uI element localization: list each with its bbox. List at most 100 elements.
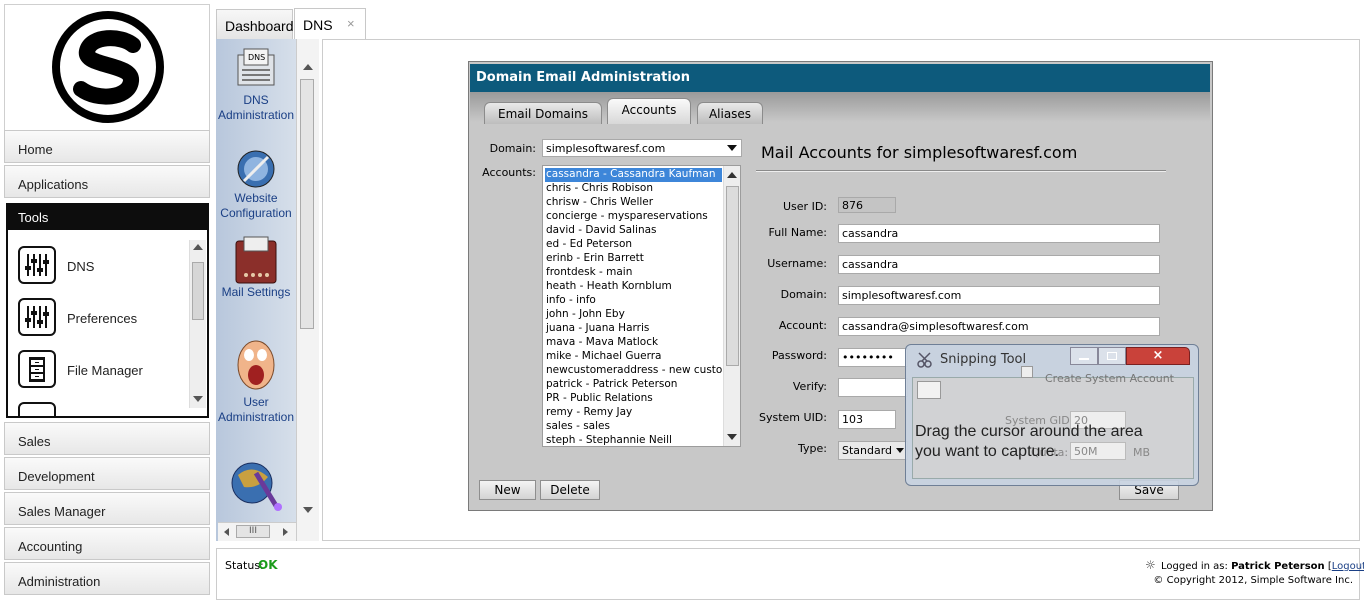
- user-id-label: User ID:: [783, 200, 827, 213]
- tool-preferences[interactable]: Preferences: [18, 298, 188, 342]
- account-list-item[interactable]: mike - Michael Guerra: [546, 350, 661, 362]
- tab-email-domains[interactable]: Email Domains: [484, 102, 602, 124]
- nav-development[interactable]: Development: [4, 457, 210, 490]
- close-icon[interactable]: ×: [347, 16, 355, 31]
- scroll-up-icon[interactable]: [193, 244, 203, 250]
- type-select[interactable]: Standard: [838, 441, 908, 460]
- account-list-item[interactable]: erinb - Erin Barrett: [546, 252, 644, 264]
- tool-partial: [18, 402, 188, 416]
- scroll-thumb[interactable]: [726, 186, 739, 366]
- scroll-down-icon[interactable]: [193, 396, 203, 402]
- account-list-item[interactable]: PR - Public Relations: [546, 392, 653, 404]
- nav-administration[interactable]: Administration: [4, 562, 210, 595]
- scroll-down-icon[interactable]: [303, 507, 313, 513]
- tab-dns-label: DNS: [303, 17, 333, 33]
- accounts-list[interactable]: cassandra - Cassandra Kaufman chris - Chr…: [542, 165, 741, 447]
- nav-sales[interactable]: Sales: [4, 422, 210, 455]
- tab-dns[interactable]: DNS ×: [294, 8, 366, 40]
- rail-hscrollbar[interactable]: III: [218, 522, 296, 541]
- scroll-right-icon[interactable]: [283, 528, 288, 536]
- logout-link[interactable]: Logout: [1332, 561, 1364, 572]
- domain-field[interactable]: simplesoftwaresf.com: [838, 286, 1160, 305]
- account-list-item[interactable]: info - info: [546, 294, 596, 306]
- account-list-item[interactable]: steph - Stephannie Neill: [546, 434, 672, 446]
- account-list-item[interactable]: mava - Mava Matlock: [546, 336, 658, 348]
- scroll-left-icon[interactable]: [224, 528, 229, 536]
- logged-in-label: Logged in as:: [1161, 561, 1228, 572]
- account-list-item[interactable]: remy - Remy Jay: [546, 406, 632, 418]
- system-uid-field[interactable]: 103: [838, 410, 896, 429]
- account-list-item[interactable]: newcustomeraddress - new custon: [546, 364, 729, 376]
- verify-field[interactable]: [838, 378, 908, 397]
- scroll-thumb[interactable]: [300, 79, 314, 329]
- new-button[interactable]: New: [479, 480, 536, 500]
- rail-wizard[interactable]: [216, 453, 296, 515]
- account-list-item[interactable]: heath - Heath Kornblum: [546, 280, 672, 292]
- nav-tools-label: Tools: [18, 210, 49, 225]
- nav-home[interactable]: Home: [4, 130, 210, 163]
- nav-accounting-label: Accounting: [18, 539, 83, 554]
- sliders-icon: [18, 246, 56, 284]
- verify-label: Verify:: [792, 380, 827, 393]
- scroll-up-icon[interactable]: [727, 172, 737, 178]
- account-list-item[interactable]: patrick - Patrick Peterson: [546, 378, 677, 390]
- rail-dns-label: DNS Administration: [217, 93, 295, 122]
- scroll-down-icon[interactable]: [727, 434, 737, 440]
- nav-sales-manager[interactable]: Sales Manager: [4, 492, 210, 525]
- rail-dns-administration[interactable]: DNS DNS Administration: [216, 45, 296, 123]
- gear-icon[interactable]: ☼: [1145, 558, 1156, 572]
- nav-tools[interactable]: Tools: [6, 203, 209, 230]
- password-label: Password:: [771, 349, 827, 362]
- account-list-item[interactable]: sales - sales: [546, 420, 610, 432]
- app-icon-rail: DNS DNS Administration Website Configura…: [216, 39, 296, 541]
- tool-file-manager[interactable]: File Manager: [18, 350, 188, 394]
- password-field[interactable]: ••••••••: [838, 348, 908, 367]
- snip-title: Snipping Tool: [940, 352, 1027, 367]
- accounts-scrollbar[interactable]: [723, 166, 740, 446]
- mailbox-icon: [235, 236, 277, 284]
- username-field[interactable]: cassandra: [838, 255, 1160, 274]
- account-list-item[interactable]: john - John Eby: [546, 308, 625, 320]
- rail-mail-settings[interactable]: Mail Settings: [216, 235, 296, 300]
- domain-label: Domain:: [489, 142, 536, 155]
- account-list-item[interactable]: frontdesk - main: [546, 266, 632, 278]
- delete-button[interactable]: Delete: [540, 480, 600, 500]
- account-list-item[interactable]: concierge - myspareservations: [546, 210, 708, 222]
- snip-maximize-button[interactable]: [1098, 347, 1126, 365]
- full-name-field[interactable]: cassandra: [838, 224, 1160, 243]
- scroll-up-icon[interactable]: [303, 64, 313, 70]
- rail-user-administration[interactable]: User Administration: [216, 335, 296, 425]
- account-list-item[interactable]: ed - Ed Peterson: [546, 238, 632, 250]
- rail-website-configuration[interactable]: Website Configuration: [216, 147, 296, 221]
- snip-minimize-button[interactable]: [1070, 347, 1098, 365]
- domain-select[interactable]: simplesoftwaresf.com: [542, 139, 742, 157]
- tab-aliases[interactable]: Aliases: [697, 102, 763, 124]
- snip-close-button[interactable]: ×: [1126, 347, 1190, 365]
- tool-dns[interactable]: DNS: [18, 246, 188, 290]
- account-list-item[interactable]: cassandra - Cassandra Kaufman: [546, 168, 715, 180]
- nav-home-label: Home: [18, 142, 53, 157]
- heading-divider: [756, 170, 1166, 172]
- tab-accounts[interactable]: Accounts: [607, 98, 691, 124]
- account-list-item[interactable]: david - David Salinas: [546, 224, 657, 236]
- rail-scrollbar[interactable]: [296, 39, 319, 541]
- tab-dashboard[interactable]: Dashboard: [216, 9, 294, 40]
- system-uid-label: System UID:: [759, 411, 827, 424]
- hscroll-thumb[interactable]: III: [236, 525, 270, 538]
- tools-scrollbar[interactable]: [189, 240, 206, 408]
- dns-icon: DNS: [237, 48, 275, 86]
- account-list-item[interactable]: chrisw - Chris Weller: [546, 196, 653, 208]
- nav-applications[interactable]: Applications: [4, 165, 210, 198]
- maximize-icon: [1107, 352, 1117, 360]
- type-select-value: Standard: [842, 444, 893, 457]
- snip-instructions: Drag the cursor around the area you want…: [915, 422, 1143, 462]
- account-list-item[interactable]: juana - Juana Harris: [546, 322, 649, 334]
- nav-accounting[interactable]: Accounting: [4, 527, 210, 560]
- scroll-thumb[interactable]: [192, 262, 204, 320]
- create-system-account-checkbox[interactable]: [1021, 366, 1033, 378]
- account-field[interactable]: cassandra@simplesoftwaresf.com: [838, 317, 1160, 336]
- snip-new-button[interactable]: [917, 381, 941, 399]
- account-list-item[interactable]: chris - Chris Robison: [546, 182, 653, 194]
- rail-mail-label: Mail Settings: [221, 285, 291, 299]
- copyright: © Copyright 2012, Simple Software Inc.: [1153, 575, 1353, 586]
